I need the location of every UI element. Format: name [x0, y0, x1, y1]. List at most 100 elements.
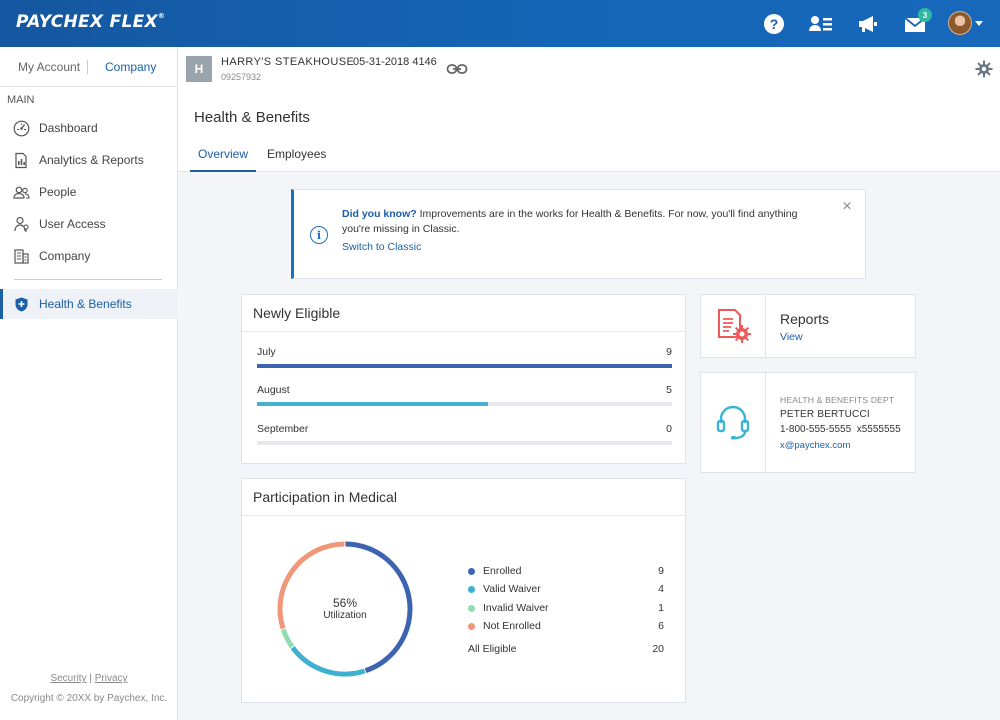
legend-value: 4	[658, 583, 664, 595]
headset-icon	[716, 405, 750, 440]
sidebar-item-dashboard[interactable]: Dashboard	[0, 113, 178, 143]
sidebar-item-company[interactable]: Company	[0, 241, 178, 271]
donut-segment-valid-waiver	[290, 646, 366, 677]
info-icon: i	[310, 226, 328, 244]
eligible-month: July	[257, 346, 276, 358]
copyright: Copyright © 20XX by Paychex, Inc.	[10, 693, 168, 704]
sidebar-item-label: User Access	[39, 217, 106, 231]
participation-card: Participation in Medical 56% Utilization…	[241, 478, 686, 703]
legend-value: 9	[658, 565, 664, 577]
legend-name: Enrolled	[483, 565, 522, 577]
eligible-month: September	[257, 423, 309, 435]
account-tabs: My Account Company	[0, 47, 178, 87]
legend-item-not-enrolled: Not Enrolled 6	[468, 620, 664, 634]
legend-total-label: All Eligible	[468, 643, 517, 655]
utilization-label: Utilization	[323, 610, 367, 621]
banner-lead: Did you know?	[342, 208, 417, 220]
paychex-flex-logo[interactable]: PAYCHEX FLEX®	[16, 12, 165, 32]
card-title: Newly Eligible	[253, 305, 341, 321]
legend-value: 1	[658, 602, 664, 614]
reports-icon-box	[701, 295, 766, 357]
tab-divider	[87, 60, 88, 74]
tab-my-account[interactable]: My Account	[18, 60, 80, 74]
eligible-bar-track	[257, 364, 672, 368]
megaphone-icon[interactable]	[856, 12, 880, 36]
sidebar-item-user-access[interactable]: User Access	[0, 209, 178, 239]
chevron-down-icon[interactable]	[975, 21, 983, 26]
legend-total: All Eligible 20	[468, 643, 664, 657]
dashboard-icon	[13, 120, 30, 137]
legend-total-value: 20	[652, 643, 664, 655]
legend-name: Valid Waiver	[483, 583, 541, 595]
company-name: HARRY'S STEAKHOUSE	[221, 56, 355, 68]
contacts-icon[interactable]	[809, 12, 833, 36]
contact-card: HEALTH & BENEFITS DEPT PETER BERTUCCI 1-…	[700, 372, 916, 473]
people-icon	[13, 186, 30, 199]
legend-item-enrolled: Enrolled 9	[468, 565, 664, 579]
sidebar: My Account Company MAIN Dashboard Analyt…	[0, 47, 178, 720]
avatar[interactable]	[948, 11, 972, 35]
sidebar-divider	[14, 279, 162, 280]
reports-view-link[interactable]: View	[780, 331, 803, 343]
gear-icon[interactable]	[975, 60, 993, 78]
contact-icon-box	[701, 373, 766, 472]
eligible-count: 5	[666, 384, 672, 396]
contact-email-link[interactable]: x@paychex.com	[780, 440, 850, 451]
company-badge: H	[186, 56, 212, 82]
security-link[interactable]: Security	[50, 673, 86, 684]
tab-overview[interactable]: Overview	[190, 147, 256, 172]
page-title: Health & Benefits	[194, 109, 310, 126]
card-divider	[242, 331, 685, 332]
company-icon	[14, 249, 29, 264]
user-access-icon	[14, 216, 29, 232]
company-bar: H HARRY'S STEAKHOUSE 05-31-2018 4146 092…	[178, 47, 1000, 95]
sidebar-item-people[interactable]: People	[0, 177, 178, 207]
legend-dot	[468, 568, 475, 575]
report-gear-icon	[718, 309, 751, 343]
eligible-bar-track	[257, 441, 672, 445]
sidebar-item-health-benefits[interactable]: Health & Benefits	[0, 289, 178, 319]
legend-value: 6	[658, 620, 664, 632]
company-id: 09257932	[221, 72, 262, 82]
eligible-bar-fill	[257, 364, 672, 368]
legend-name: Not Enrolled	[483, 620, 541, 632]
sidebar-item-label: Health & Benefits	[39, 297, 132, 311]
shield-icon	[15, 297, 28, 312]
info-banner: i Did you know? Improvements are in the …	[291, 189, 866, 279]
banner-text: Did you know? Improvements are in the wo…	[342, 207, 822, 237]
link-icon[interactable]	[446, 62, 468, 76]
help-icon[interactable]: ?	[762, 12, 786, 36]
company-date-code: 05-31-2018 4146	[353, 56, 437, 68]
eligible-month: August	[257, 384, 290, 396]
eligible-bar-track	[257, 402, 672, 406]
card-divider	[242, 515, 685, 516]
donut-segment-invalid-waiver	[280, 628, 295, 649]
close-icon[interactable]: ×	[840, 199, 854, 215]
switch-to-classic-link[interactable]: Switch to Classic	[342, 241, 421, 253]
contact-phone: 1-800-555-5555 x5555555	[780, 424, 901, 435]
tab-employees[interactable]: Employees	[267, 147, 326, 172]
legend-name: Invalid Waiver	[483, 602, 549, 614]
footer-links: Security | Privacy	[0, 673, 178, 684]
legend-item-valid-waiver: Valid Waiver 4	[468, 583, 664, 597]
notification-badge: 3	[918, 8, 932, 22]
contact-name: PETER BERTUCCI	[780, 409, 870, 420]
sidebar-item-label: People	[39, 185, 77, 199]
sidebar-item-label: Analytics & Reports	[39, 153, 144, 167]
tab-company[interactable]: Company	[105, 60, 156, 74]
eligible-bar-fill	[257, 402, 488, 406]
card-title: Participation in Medical	[253, 489, 397, 505]
legend-dot	[468, 586, 475, 593]
privacy-link[interactable]: Privacy	[95, 673, 128, 684]
analytics-icon	[15, 152, 27, 169]
page-header: Health & Benefits Overview Employees	[178, 95, 1000, 172]
sidebar-item-analytics-reports[interactable]: Analytics & Reports	[0, 145, 178, 175]
contact-dept: HEALTH & BENEFITS DEPT	[780, 395, 895, 405]
sidebar-item-label: Dashboard	[39, 121, 98, 135]
sidebar-item-label: Company	[39, 249, 91, 263]
footer-separator: |	[89, 673, 92, 684]
utilization-percent: 56%	[332, 596, 358, 610]
reports-card[interactable]: Reports View	[700, 294, 916, 358]
eligible-count: 0	[666, 423, 672, 435]
legend-item-invalid-waiver: Invalid Waiver 1	[468, 602, 664, 616]
